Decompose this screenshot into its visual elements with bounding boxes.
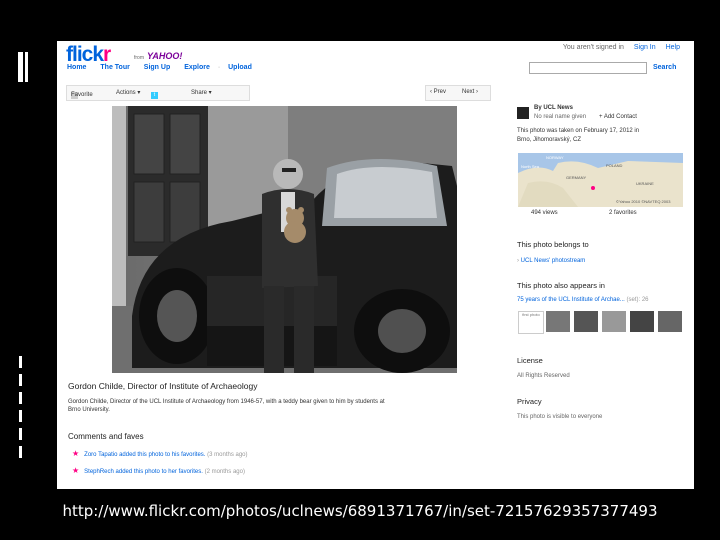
- comment-time: (3 months ago): [207, 452, 248, 458]
- main-photo[interactable]: [112, 106, 457, 373]
- set-thumbnail[interactable]: [630, 311, 654, 332]
- privacy-heading: Privacy: [517, 397, 542, 406]
- map-credit: ©Yahoo 2010 ©NAVTEQ 2003: [616, 199, 671, 204]
- license-text: All Rights Reserved: [517, 373, 570, 379]
- views-count: 494 views: [531, 210, 558, 216]
- set-thumbnail[interactable]: [546, 311, 570, 332]
- set-thumbnail[interactable]: [658, 311, 682, 332]
- nav-explore[interactable]: Explore: [184, 64, 210, 71]
- map-label: UKRAINE: [636, 181, 654, 186]
- search-button[interactable]: Search: [653, 64, 676, 71]
- privacy-text: This photo is visible to everyone: [517, 414, 603, 420]
- photo-image: [112, 106, 457, 373]
- share-menu[interactable]: Share ▾: [191, 89, 212, 96]
- actions-menu[interactable]: Actions ▾: [116, 89, 140, 96]
- comment-time: (2 months ago): [204, 469, 245, 475]
- license-heading: License: [517, 356, 543, 365]
- map-label: GERMANY: [566, 175, 587, 180]
- taken-location[interactable]: Brno, Jihomoravský, CZ: [517, 137, 581, 143]
- comment-item: ★ Zoro Tapatio added this photo to his fa…: [72, 449, 248, 458]
- set-link[interactable]: 75 years of the UCL Institute of Archae.…: [517, 297, 649, 303]
- twitter-icon: t: [151, 92, 158, 99]
- nav-upload[interactable]: Upload: [228, 64, 252, 71]
- set-thumbnail[interactable]: [574, 311, 598, 332]
- next-button[interactable]: Next ›: [462, 89, 478, 95]
- favorites-count[interactable]: 2 favorites: [609, 210, 637, 216]
- first-photo-label: first photo: [518, 311, 544, 334]
- comment-text[interactable]: Zoro Tapatio added this photo to his fav…: [84, 452, 205, 458]
- yahoo-logo: from YAHOO!: [134, 51, 183, 61]
- belongs-heading: This photo belongs to: [517, 240, 589, 249]
- search-input[interactable]: [529, 62, 647, 74]
- prev-button[interactable]: ‹ Prev: [430, 89, 446, 95]
- fave-star-icon: ★: [72, 449, 80, 458]
- location-map[interactable]: NORWAY North Sea POLAND GERMANY UKRAINE …: [518, 153, 683, 207]
- appears-heading: This photo also appears in: [517, 281, 605, 290]
- add-contact-link[interactable]: + Add Contact: [599, 114, 637, 120]
- set-thumbnail[interactable]: [602, 311, 626, 332]
- map-label: POLAND: [606, 163, 623, 168]
- nav-home[interactable]: Home: [67, 64, 86, 71]
- owner-name[interactable]: By UCL News: [534, 105, 573, 111]
- account-links: You aren't signed in Sign In Help: [563, 44, 680, 51]
- fave-star-icon: ★: [72, 466, 80, 475]
- help-link[interactable]: Help: [666, 44, 680, 51]
- map-label: NORWAY: [546, 155, 564, 160]
- main-nav: Home The Tour Sign Up Explore · Upload: [67, 64, 252, 71]
- source-url: http://www.flickr.com/photos/uclnews/689…: [62, 502, 658, 520]
- owner-buddy-icon[interactable]: [517, 107, 529, 119]
- comment-item: ★ StephRech added this photo to her favor…: [72, 466, 245, 475]
- photo-title: Gordon Childe, Director of Institute of …: [68, 381, 258, 391]
- comments-heading: Comments and faves: [68, 432, 144, 441]
- taken-date: This photo was taken on February 17, 201…: [517, 128, 640, 134]
- comment-text[interactable]: StephRech added this photo to her favori…: [84, 469, 203, 475]
- map-label: North Sea: [521, 164, 540, 169]
- photo-description: Gordon Childe, Director of the UCL Insti…: [68, 399, 385, 413]
- owner-note: No real name given: [534, 114, 587, 120]
- photo-toolbar: Favorite Actions ▾ ✉ft Share ▾: [66, 85, 250, 101]
- nav-tour[interactable]: The Tour: [100, 64, 129, 71]
- signed-status: You aren't signed in: [562, 44, 624, 51]
- flickr-screenshot: flickr from YAHOO! You aren't signed in S…: [57, 41, 694, 489]
- nav-signup[interactable]: Sign Up: [144, 64, 170, 71]
- photo-pager: ‹ Prev Next ›: [425, 85, 491, 101]
- photostream-link[interactable]: › UCL News' photostream: [517, 258, 585, 264]
- sign-in-link[interactable]: Sign In: [634, 44, 656, 51]
